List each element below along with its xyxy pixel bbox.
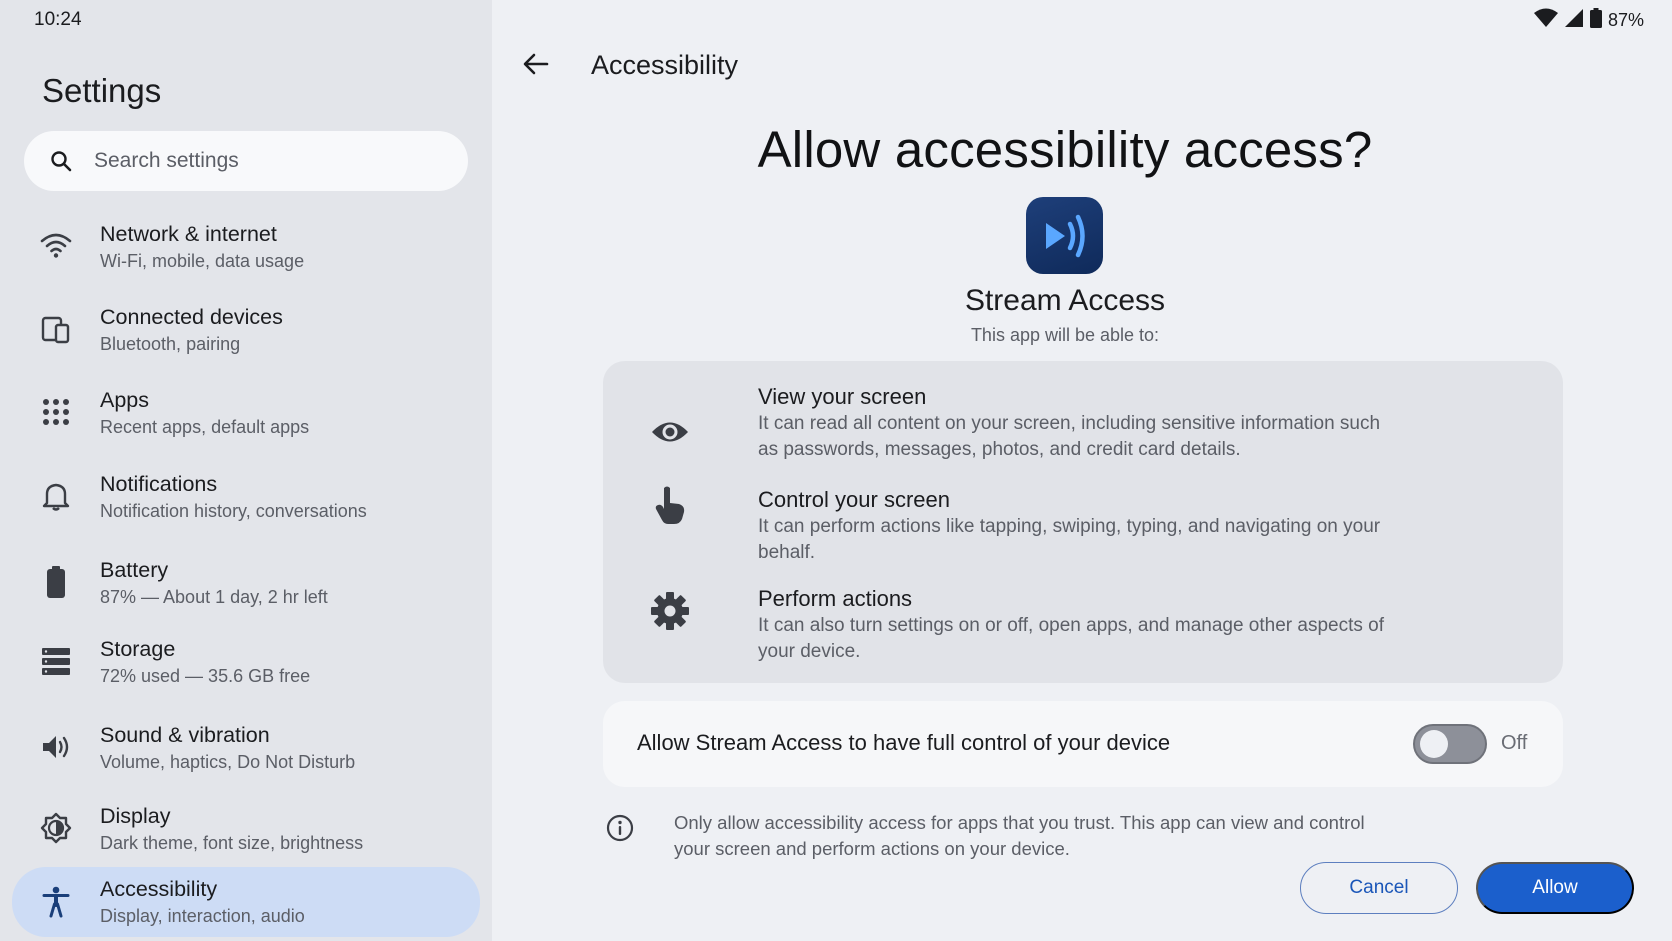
permission-description: It can read all content on your screen, … [758,413,1381,460]
sidebar-item-subtitle: Notification history, conversations [100,501,367,521]
arrow-back-icon [523,53,549,75]
back-button[interactable] [520,48,552,80]
sidebar-item-display[interactable]: Display Dark theme, font size, brightnes… [12,793,480,863]
app-name: Stream Access [964,284,1166,317]
sidebar-item-accessibility[interactable]: Accessibility Display, interaction, audi… [12,867,480,937]
storage-icon [40,645,72,677]
dialog-title: Allow accessibility access? [757,121,1373,178]
sidebar-item-title: Network & internet [100,222,277,246]
allow-button[interactable]: Allow [1476,862,1634,914]
wifi-signal-icon [1533,8,1558,33]
status-time: 10:24 [34,9,82,30]
sidebar-item-subtitle: 87% — About 1 day, 2 hr left [100,587,328,607]
sidebar-item-apps[interactable]: Apps Recent apps, default apps [12,377,480,447]
sidebar-item-sound[interactable]: Sound & vibration Volume, haptics, Do No… [12,712,480,782]
cancel-button[interactable]: Cancel [1300,862,1458,914]
permission-title: Control your screen [758,487,950,512]
search-input[interactable]: Search settings [24,131,468,191]
sidebar-item-subtitle: Volume, haptics, Do Not Disturb [100,752,356,772]
settings-screen: 10:24 Settings Search settings Network &… [0,0,1672,941]
sidebar-item-subtitle: Bluetooth, pairing [100,334,241,354]
sidebar-item-subtitle: Display, interaction, audio [100,906,305,926]
sidebar-title: Settings [42,72,162,109]
sidebar-item-battery[interactable]: Battery 87% — About 1 day, 2 hr left [12,547,480,617]
full-control-switch[interactable] [1413,724,1487,764]
switch-knob [1420,730,1448,758]
sidebar-item-title: Display [100,804,171,828]
search-icon [48,148,74,174]
sidebar-item-notifications[interactable]: Notifications Notification history, conv… [12,461,480,531]
info-icon [605,813,635,843]
permission-description: It can also turn settings on or off, ope… [758,615,1384,662]
sidebar-item-subtitle: Dark theme, font size, brightness [100,833,364,853]
battery-percent: 87% [1607,10,1644,30]
volume-icon [40,731,72,763]
accessibility-icon [40,886,72,918]
sidebar-item-subtitle: Wi-Fi, mobile, data usage [100,251,305,271]
app-subtitle: This app will be able to: [970,325,1160,345]
sidebar-item-title: Battery [100,558,169,582]
settings-sidebar: 10:24 Settings Search settings Network &… [0,0,492,941]
status-icons: 87% [1533,8,1644,33]
brightness-icon [40,812,72,844]
sidebar-item-network[interactable]: Network & internet Wi-Fi, mobile, data u… [12,211,480,281]
battery-icon [40,566,72,598]
sidebar-item-storage[interactable]: Storage 72% used — 35.6 GB free [12,626,480,696]
sidebar-item-title: Sound & vibration [100,723,270,747]
toggle-label: Allow Stream Access to have full control… [637,730,1171,755]
toggle-state-label: Off [1501,732,1528,754]
cell-signal-icon [1564,8,1584,33]
permission-title: Perform actions [758,586,913,611]
battery-status-icon [1589,8,1602,33]
devices-icon [40,313,72,345]
search-placeholder: Search settings [94,149,239,172]
sidebar-item-title: Connected devices [100,305,283,329]
sidebar-item-subtitle: Recent apps, default apps [100,417,310,437]
bell-icon [40,480,72,512]
eye-icon [649,411,691,453]
info-text: Only allow accessibility access for apps… [674,812,1365,859]
sidebar-item-title: Accessibility [100,877,218,901]
sidebar-item-title: Notifications [100,472,218,496]
apps-grid-icon [40,396,72,428]
full-control-toggle-row[interactable]: Allow Stream Access to have full control… [603,701,1563,787]
sidebar-item-connected-devices[interactable]: Connected devices Bluetooth, pairing [12,294,480,364]
sidebar-item-title: Storage [100,637,176,661]
wifi-icon [40,230,72,262]
page-title: Accessibility [591,50,739,80]
sidebar-item-title: Apps [100,388,150,412]
permission-description: It can perform actions like tapping, swi… [758,516,1381,563]
stream-play-icon [1045,214,1085,257]
touch-icon [649,484,691,526]
sidebar-item-subtitle: 72% used — 35.6 GB free [100,666,311,686]
gear-icon [649,590,691,632]
permission-title: View your screen [758,384,927,409]
app-icon [1026,197,1103,274]
permissions-card: View your screen It can read all content… [603,361,1563,683]
